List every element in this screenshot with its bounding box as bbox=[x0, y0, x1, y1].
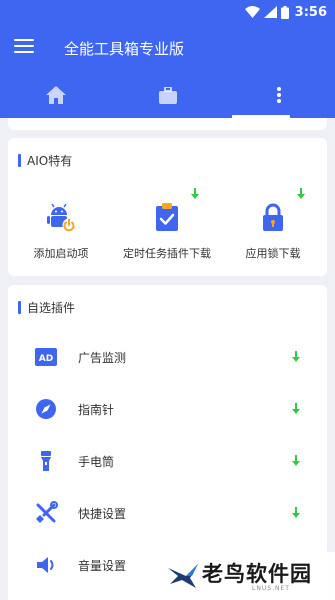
more-vertical-icon bbox=[277, 87, 281, 103]
plugin-row-flashlight[interactable]: 手电筒 bbox=[8, 435, 327, 487]
wifi-icon bbox=[244, 6, 260, 18]
plugin-label: 快捷设置 bbox=[78, 507, 127, 521]
tab-tools[interactable] bbox=[112, 72, 224, 118]
svg-text:AD: AD bbox=[39, 354, 53, 364]
plugin-label: 音量设置 bbox=[78, 559, 127, 573]
tools-icon bbox=[36, 501, 58, 523]
aio-item-autostart[interactable]: 添加启动项 bbox=[8, 193, 114, 263]
download-arrow-icon[interactable] bbox=[291, 351, 301, 363]
app-title: 全能工具箱专业版 bbox=[64, 40, 185, 58]
volume-icon bbox=[37, 557, 54, 573]
signal-icon bbox=[263, 6, 277, 18]
aio-item-label: 应用锁下载 bbox=[245, 247, 301, 260]
section-bar bbox=[18, 300, 21, 314]
aio-item-app-lock[interactable]: 应用锁下载 bbox=[220, 188, 326, 263]
lock-icon bbox=[263, 203, 283, 231]
download-arrow-icon[interactable] bbox=[291, 507, 301, 519]
aio-item-scheduled-task[interactable]: 定时任务插件下载 bbox=[114, 188, 220, 263]
status-bar: 3:56 bbox=[0, 0, 335, 24]
section-title-plugins: 自选插件 bbox=[18, 299, 75, 315]
status-icons: 3:56 bbox=[244, 3, 327, 21]
tab-bar bbox=[0, 72, 335, 118]
previous-card bbox=[8, 118, 327, 130]
aio-item-label: 添加启动项 bbox=[33, 247, 89, 260]
compass-icon bbox=[36, 399, 56, 419]
status-time: 3:56 bbox=[294, 4, 327, 20]
download-arrow-icon[interactable] bbox=[291, 455, 301, 467]
watermark-text: 老鸟软件园 bbox=[202, 562, 312, 586]
download-arrow-icon[interactable] bbox=[291, 403, 301, 415]
menu-icon[interactable] bbox=[14, 39, 34, 55]
aio-section-card: AIO特有 添加启动项 定时任务插件下载 应用锁下载 bbox=[8, 138, 327, 276]
plugin-label: 广告监测 bbox=[78, 351, 127, 365]
home-icon bbox=[46, 86, 66, 104]
battery-icon bbox=[280, 5, 289, 19]
section-title-text: AIO特有 bbox=[27, 153, 73, 168]
tab-home[interactable] bbox=[0, 72, 112, 118]
flashlight-icon bbox=[41, 451, 51, 471]
plugin-label: 手电筒 bbox=[78, 455, 115, 469]
briefcase-icon bbox=[159, 86, 177, 104]
bird-logo-icon bbox=[168, 564, 198, 588]
section-title-text: 自选插件 bbox=[27, 300, 76, 315]
android-autostart-icon bbox=[47, 203, 76, 232]
plugin-row-quick-settings[interactable]: 快捷设置 bbox=[8, 487, 327, 539]
section-title-aio: AIO特有 bbox=[18, 152, 72, 168]
watermark-subtext: LNUS.NET bbox=[252, 585, 290, 592]
section-bar bbox=[18, 153, 21, 167]
download-arrow-icon[interactable] bbox=[296, 188, 306, 200]
plugin-label: 指南针 bbox=[78, 403, 115, 417]
ad-icon: AD bbox=[35, 348, 57, 366]
download-arrow-icon[interactable] bbox=[190, 188, 200, 200]
watermark: 老鸟软件园 LNUS.NET bbox=[160, 552, 335, 600]
plugin-row-compass[interactable]: 指南针 bbox=[8, 383, 327, 435]
plugin-row-ad-monitor[interactable]: AD 广告监测 bbox=[8, 331, 327, 383]
aio-item-label: 定时任务插件下载 bbox=[123, 247, 211, 260]
app-bar: 全能工具箱专业版 bbox=[0, 24, 335, 72]
scheduled-task-icon bbox=[156, 203, 178, 231]
tab-more[interactable] bbox=[223, 72, 335, 118]
